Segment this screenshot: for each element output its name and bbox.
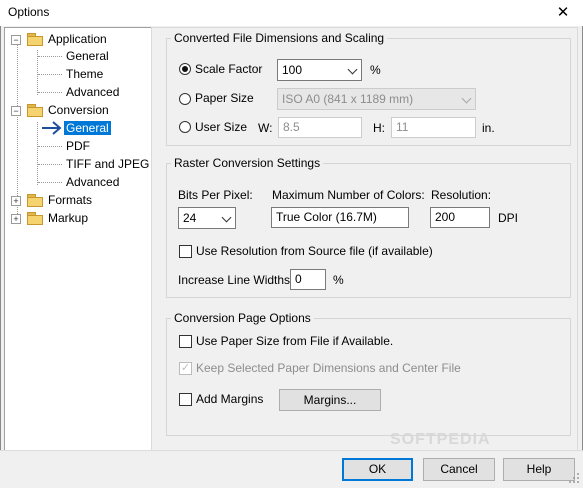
tree-branch [38,92,62,93]
close-icon[interactable]: ✕ [552,3,574,23]
tree-item-label: Conversion [48,103,109,117]
group-page-options-title: Conversion Page Options [171,311,314,325]
chevron-down-icon [221,212,232,223]
add-margins-checkbox[interactable] [179,393,192,406]
current-arrow-icon [42,121,62,135]
tree-branch [38,56,62,57]
size-unit: in. [482,121,495,135]
tree-branch [38,146,62,147]
use-resolution-label[interactable]: Use Resolution from Source file (if avai… [196,244,433,258]
tree-item-label: Markup [48,211,89,225]
watermark: SOFTPEDIA [390,431,491,448]
tree-item-conversion-advanced[interactable]: Advanced [66,173,119,191]
tree-guide-line [37,122,38,185]
collapse-icon[interactable]: − [11,35,21,45]
use-paper-size-checkbox[interactable] [179,335,192,348]
line-width-input[interactable]: 0 [290,269,326,290]
tree-item-label: Formats [48,193,93,207]
folder-open-icon [27,104,43,117]
scale-factor-select[interactable]: 100 [277,59,362,81]
title-bar: Options ✕ [0,0,583,26]
tree-guide-line [17,44,18,218]
scale-factor-label[interactable]: Scale Factor [195,62,262,76]
height-input[interactable]: 11 [391,117,476,138]
user-size-radio[interactable] [179,121,191,133]
line-width-label: Increase Line Widths: [178,273,294,287]
keep-dimensions-checkbox[interactable]: ✓ [179,362,192,375]
tree-branch [38,182,62,183]
paper-size-radio[interactable] [179,93,191,105]
expand-icon[interactable]: + [11,214,21,224]
cancel-button[interactable]: Cancel [423,458,495,481]
selected-item-label: General [64,121,111,135]
tree-item-application-general[interactable]: General [66,47,109,65]
resolution-unit: DPI [498,211,519,225]
tree-item-conversion-general[interactable]: General [64,119,111,137]
tree-item-conversion-pdf[interactable]: PDF [66,137,90,155]
width-input[interactable]: 8.5 [278,117,362,138]
chevron-down-icon [347,64,358,75]
bits-per-pixel-label: Bits Per Pixel: [178,188,253,202]
scale-factor-value: 100 [282,63,303,77]
line-width-unit: % [333,273,344,287]
paper-size-select[interactable]: ISO A0 (841 x 1189 mm) [277,88,476,110]
resolution-input[interactable]: 200 [430,207,490,228]
tree-item-label: Application [48,32,107,46]
add-margins-label[interactable]: Add Margins [196,392,263,406]
paper-size-label[interactable]: Paper Size [195,91,254,105]
window-title: Options [8,5,50,19]
scale-unit: % [370,63,381,77]
width-label: W: [258,121,273,135]
resize-grip-icon[interactable] [568,472,580,484]
scale-factor-radio[interactable] [179,63,191,75]
chevron-down-icon [461,93,472,104]
margins-button[interactable]: Margins... [279,389,381,411]
folder-icon [27,212,43,225]
folder-icon [27,194,43,207]
keep-dimensions-label[interactable]: Keep Selected Paper Dimensions and Cente… [196,361,461,375]
use-resolution-checkbox[interactable] [179,245,192,258]
resolution-label: Resolution: [431,188,492,202]
max-colors-field[interactable]: True Color (16.7M) [271,207,409,228]
user-size-label[interactable]: User Size [195,120,247,134]
use-paper-size-label[interactable]: Use Paper Size from File if Available. [196,334,393,348]
help-button[interactable]: Help [503,458,575,481]
group-dimensions-title: Converted File Dimensions and Scaling [171,31,388,45]
folder-open-icon [27,33,43,46]
height-label: H: [373,121,385,135]
tree-branch [38,74,62,75]
dialog-footer [0,450,583,488]
tree-item-conversion-tiff-jpeg[interactable]: TIFF and JPEG [66,155,149,173]
tree-branch [38,164,62,165]
collapse-icon[interactable]: − [11,106,21,116]
bits-per-pixel-select[interactable]: 24 [178,207,236,229]
tree-item-application-theme[interactable]: Theme [66,65,103,83]
tree-item-application-advanced[interactable]: Advanced [66,83,119,101]
bits-per-pixel-value: 24 [183,211,197,225]
options-tree[interactable]: − Application General Theme Advanced − C… [4,27,152,451]
max-colors-label: Maximum Number of Colors: [272,188,425,202]
ok-button[interactable]: OK [342,458,413,481]
paper-size-value: ISO A0 (841 x 1189 mm) [282,92,414,106]
expand-icon[interactable]: + [11,196,21,206]
group-raster-title: Raster Conversion Settings [171,156,324,170]
